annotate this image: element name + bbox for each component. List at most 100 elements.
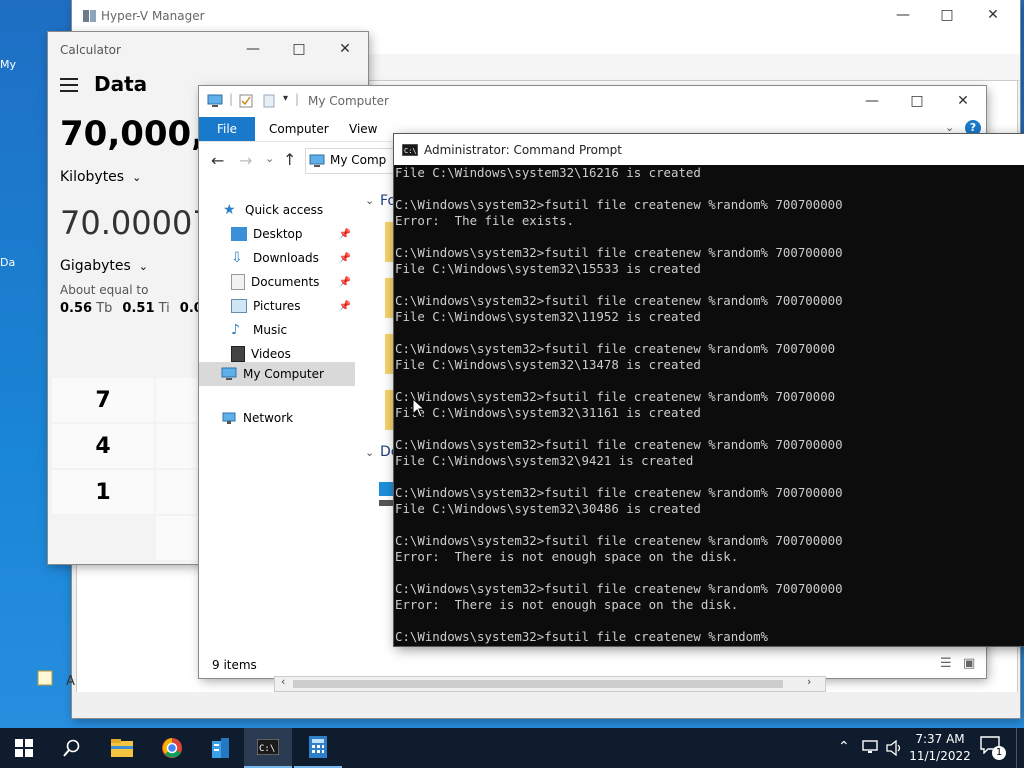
- output-unit-label: Gigabytes: [60, 258, 131, 274]
- cmd-line: C:\Windows\system32>fsutil file createne…: [395, 341, 836, 356]
- tab-file-label: File: [216, 122, 238, 136]
- nav-downloads[interactable]: ⇩ Downloads 📌: [231, 246, 355, 270]
- cmd-line: Error: There is not enough space on the …: [395, 597, 739, 612]
- large-icons-view-icon[interactable]: ▣: [963, 656, 975, 671]
- minimize-button[interactable]: —: [849, 86, 895, 116]
- cmd-line: [395, 421, 1024, 437]
- taskbar-calculator[interactable]: [294, 728, 342, 768]
- horizontal-scrollbar[interactable]: ‹ ›: [274, 675, 826, 692]
- taskbar-server-manager[interactable]: [196, 728, 244, 768]
- nav-network[interactable]: Network: [221, 406, 355, 430]
- nav-my-computer[interactable]: My Computer: [199, 362, 355, 386]
- maximize-button[interactable]: □: [924, 0, 970, 30]
- expand-ribbon-icon[interactable]: ⌄: [945, 121, 954, 134]
- calc-key[interactable]: [156, 470, 200, 514]
- close-button[interactable]: ✕: [970, 0, 1016, 30]
- start-button[interactable]: [0, 728, 48, 768]
- scrollbar-thumb[interactable]: [293, 680, 783, 688]
- close-button[interactable]: ✕: [940, 86, 986, 116]
- forward-icon[interactable]: →: [239, 151, 252, 170]
- nav-pictures-label: Pictures: [253, 299, 301, 313]
- calculator-mode: Data: [94, 72, 148, 96]
- calc-key[interactable]: [156, 378, 200, 422]
- nav-desktop[interactable]: Desktop 📌: [231, 222, 355, 246]
- calc-key[interactable]: [156, 516, 200, 560]
- pin-icon: 📌: [338, 300, 351, 312]
- nav-pictures[interactable]: Pictures 📌: [231, 294, 355, 318]
- maximize-button[interactable]: □: [276, 34, 322, 64]
- cmd-line: C:\Windows\system32>fsutil file createne…: [395, 437, 843, 452]
- properties-icon[interactable]: [239, 94, 253, 108]
- hamburger-menu-icon[interactable]: [60, 78, 78, 92]
- calc-key-7[interactable]: 7: [52, 378, 154, 422]
- cmd-icon: C:\: [402, 143, 418, 156]
- minimize-button[interactable]: —: [880, 0, 926, 30]
- calc-key[interactable]: [156, 424, 200, 468]
- input-unit-dropdown[interactable]: Kilobytes ⌄: [60, 169, 141, 185]
- svg-text:C:\: C:\: [404, 147, 417, 155]
- windows-drive-icon[interactable]: [379, 482, 395, 510]
- scroll-left-icon[interactable]: ‹: [281, 675, 285, 688]
- desktop-icon-da[interactable]: Da: [0, 256, 15, 269]
- search-icon: [63, 739, 80, 757]
- recent-locations-icon[interactable]: ⌄: [265, 152, 274, 165]
- pin-icon: 📌: [338, 252, 351, 264]
- chevron-up-icon[interactable]: ⌃: [838, 739, 850, 755]
- cmd-line: C:\Windows\system32>fsutil file createne…: [395, 629, 768, 644]
- nav-quick-access[interactable]: ★ Quick access: [223, 198, 351, 222]
- tab-view[interactable]: View: [349, 122, 377, 136]
- cmd-line: File C:\Windows\system32\9421 is created: [395, 453, 694, 468]
- star-icon: ★: [223, 202, 236, 218]
- taskbar-chrome[interactable]: [148, 728, 196, 768]
- network-icon: [222, 412, 236, 424]
- volume-icon[interactable]: [886, 740, 904, 756]
- cmd-console[interactable]: File C:\Windows\system32\16216 is create…: [395, 165, 1024, 646]
- cmd-line: Error: The file exists.: [395, 213, 575, 228]
- scroll-right-icon[interactable]: ›: [807, 675, 811, 688]
- mouse-cursor-icon: [412, 398, 424, 418]
- calc-key-blank[interactable]: [156, 330, 200, 374]
- nav-documents[interactable]: Documents 📌: [231, 270, 355, 294]
- calc-key-1[interactable]: 1: [52, 470, 154, 514]
- chevron-down-icon: ⌄: [132, 170, 142, 184]
- close-button[interactable]: ✕: [322, 34, 368, 64]
- desktop-icon-my[interactable]: My: [0, 58, 16, 71]
- cmd-icon: C:\: [257, 739, 279, 755]
- clock[interactable]: 7:37 AM 11/1/2022: [908, 731, 972, 765]
- maximize-button[interactable]: □: [894, 86, 940, 116]
- minimize-button[interactable]: —: [230, 34, 276, 64]
- details-view-icon[interactable]: ☰: [940, 656, 952, 671]
- cmd-line: [395, 229, 1024, 245]
- address-text: My Comp: [330, 153, 387, 167]
- taskbar-cmd[interactable]: C:\: [244, 728, 292, 768]
- show-desktop-button[interactable]: [1016, 728, 1024, 768]
- back-icon[interactable]: ←: [211, 151, 224, 170]
- collapse-icon[interactable]: ⌄: [365, 446, 374, 459]
- notification-badge: 1: [992, 746, 1006, 760]
- notification-center-button[interactable]: 1: [980, 736, 1006, 760]
- nav-desktop-label: Desktop: [253, 227, 303, 241]
- address-bar[interactable]: My Comp: [305, 148, 407, 174]
- up-icon[interactable]: ↑: [283, 150, 296, 169]
- hyperv-titlebar[interactable]: Hyper-V Manager — □ ✕: [72, 0, 1020, 32]
- output-unit-dropdown[interactable]: Gigabytes ⌄: [60, 258, 148, 274]
- cmd-titlebar[interactable]: C:\ Administrator: Command Prompt: [394, 134, 1024, 165]
- hyperv-statusbar: [72, 692, 1020, 718]
- network-tray-icon[interactable]: [862, 740, 880, 756]
- customize-toolbar-icon[interactable]: ▾: [283, 93, 288, 104]
- cmd-line: C:\Windows\system32>fsutil file createne…: [395, 533, 843, 548]
- cmd-line: [395, 277, 1024, 293]
- new-folder-icon[interactable]: [263, 94, 275, 108]
- explorer-titlebar[interactable]: | ▾ | My Computer — □ ✕: [199, 86, 986, 116]
- tab-computer[interactable]: Computer: [269, 122, 329, 136]
- nav-music[interactable]: ♪ Music: [231, 318, 355, 342]
- tab-file[interactable]: File: [199, 117, 255, 141]
- search-button[interactable]: [48, 728, 96, 768]
- nav-music-label: Music: [253, 323, 288, 337]
- collapse-icon[interactable]: ⌄: [365, 194, 374, 207]
- start-icon: [15, 739, 33, 757]
- hyperv-list-icon: [37, 670, 53, 686]
- calc-key-4[interactable]: 4: [52, 424, 154, 468]
- documents-icon: [231, 274, 245, 290]
- taskbar-file-explorer[interactable]: [98, 728, 146, 768]
